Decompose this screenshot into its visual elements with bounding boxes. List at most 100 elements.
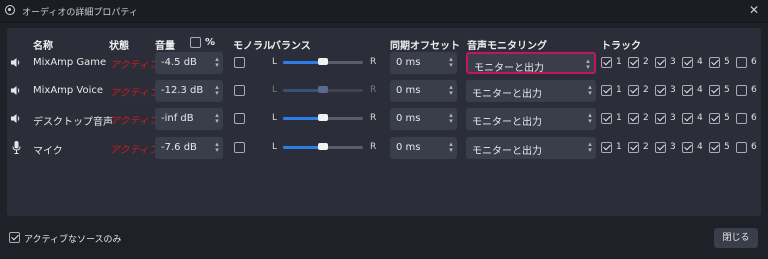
track-number: 5: [724, 142, 730, 152]
mono-checkbox[interactable]: [234, 57, 245, 68]
balance-right-label: R: [370, 57, 377, 67]
sync-offset-spinbox[interactable]: 0 ms ▴ ▾: [390, 52, 457, 74]
track-number: 1: [616, 113, 622, 123]
spin-arrows-icon[interactable]: ▴ ▾: [214, 84, 220, 97]
monitoring-dropdown[interactable]: モニターと出力 ▴ ▾: [466, 108, 596, 130]
track-number: 5: [724, 113, 730, 123]
speaker-icon[interactable]: [11, 85, 21, 96]
track-5-checkbox[interactable]: [709, 57, 720, 68]
volume-spinbox[interactable]: -inf dB ▴ ▾: [155, 108, 223, 130]
sync-offset-spinbox[interactable]: 0 ms ▴ ▾: [390, 80, 457, 102]
microphone-icon[interactable]: [12, 141, 21, 154]
mono-checkbox[interactable]: [234, 85, 245, 96]
track-3-checkbox[interactable]: [655, 113, 666, 124]
volume-value: -inf dB: [161, 113, 194, 124]
track-number: 6: [751, 113, 757, 123]
status-label: アクティブ: [110, 88, 159, 99]
spin-arrows-icon[interactable]: ▴ ▾: [214, 141, 220, 154]
volume-spinbox[interactable]: -4.5 dB ▴ ▾: [155, 52, 223, 74]
dropdown-arrows-icon[interactable]: ▴ ▾: [587, 141, 593, 154]
active-only-checkbox[interactable]: [9, 232, 20, 243]
title-bar: オーディオの詳細プロパティ ✕: [0, 0, 768, 23]
balance-slider[interactable]: [283, 58, 363, 65]
sync-offset-value: 0 ms: [396, 85, 421, 96]
monitoring-dropdown[interactable]: モニターと出力 ▴ ▾: [466, 137, 596, 159]
track-4-checkbox[interactable]: [682, 113, 693, 124]
sync-offset-spinbox[interactable]: 0 ms ▴ ▾: [390, 108, 457, 130]
balance-slider[interactable]: [283, 143, 363, 150]
balance-left-label: L: [272, 113, 278, 123]
track-6-checkbox[interactable]: [736, 85, 747, 96]
mono-checkbox[interactable]: [234, 142, 245, 153]
track-2-checkbox[interactable]: [628, 113, 639, 124]
slider-handle[interactable]: [318, 86, 328, 93]
status-label: アクティブ: [110, 116, 159, 127]
close-button[interactable]: 閉じる: [714, 228, 758, 248]
track-1-checkbox[interactable]: [601, 57, 612, 68]
track-3-checkbox[interactable]: [655, 142, 666, 153]
track-4-checkbox[interactable]: [682, 85, 693, 96]
track-number: 2: [643, 142, 649, 152]
track-3-checkbox[interactable]: [655, 57, 666, 68]
mono-checkbox[interactable]: [234, 113, 245, 124]
speaker-icon[interactable]: [11, 113, 21, 124]
spin-arrows-icon[interactable]: ▴ ▾: [214, 56, 220, 69]
monitoring-dropdown[interactable]: モニターと出力 ▴ ▾: [466, 52, 596, 74]
volume-value: -4.5 dB: [161, 57, 197, 68]
track-2-checkbox[interactable]: [628, 57, 639, 68]
track-1-checkbox[interactable]: [601, 85, 612, 96]
slider-fill: [283, 89, 323, 92]
track-number: 2: [643, 85, 649, 95]
track-number: 6: [751, 85, 757, 95]
spin-arrows-icon[interactable]: ▴ ▾: [448, 141, 454, 154]
slider-handle[interactable]: [318, 114, 328, 121]
track-5-checkbox[interactable]: [709, 85, 720, 96]
spin-arrows-icon[interactable]: ▴ ▾: [448, 112, 454, 125]
spin-arrows-icon[interactable]: ▴ ▾: [448, 84, 454, 97]
source-name: MixAmp Game: [33, 57, 107, 68]
balance-left-label: L: [272, 85, 278, 95]
slider-handle[interactable]: [318, 58, 328, 65]
track-2-checkbox[interactable]: [628, 142, 639, 153]
dropdown-arrows-icon[interactable]: ▴ ▾: [587, 84, 593, 97]
monitoring-dropdown[interactable]: モニターと出力 ▴ ▾: [466, 80, 596, 102]
track-number: 6: [751, 142, 757, 152]
track-number: 3: [670, 57, 676, 67]
dropdown-arrows-icon[interactable]: ▴ ▾: [587, 112, 593, 125]
track-3-checkbox[interactable]: [655, 85, 666, 96]
track-2-checkbox[interactable]: [628, 85, 639, 96]
speaker-icon[interactable]: [11, 57, 21, 68]
track-1-checkbox[interactable]: [601, 113, 612, 124]
track-6-checkbox[interactable]: [736, 142, 747, 153]
window-title: オーディオの詳細プロパティ: [22, 8, 138, 18]
volume-spinbox[interactable]: -12.3 dB ▴ ▾: [155, 80, 223, 102]
track-6-checkbox[interactable]: [736, 57, 747, 68]
sync-offset-spinbox[interactable]: 0 ms ▴ ▾: [390, 137, 457, 159]
dropdown-arrows-icon[interactable]: ▴ ▾: [585, 58, 591, 71]
spin-arrows-icon[interactable]: ▴ ▾: [448, 56, 454, 69]
balance-left-label: L: [272, 57, 278, 67]
percent-checkbox[interactable]: [190, 37, 201, 48]
slider-handle[interactable]: [318, 143, 328, 150]
track-number: 1: [616, 85, 622, 95]
balance-slider[interactable]: [283, 86, 363, 93]
volume-value: -7.6 dB: [161, 142, 197, 153]
balance-left-label: L: [272, 142, 278, 152]
spin-arrows-icon[interactable]: ▴ ▾: [214, 112, 220, 125]
volume-spinbox[interactable]: -7.6 dB ▴ ▾: [155, 137, 223, 159]
slider-fill: [283, 61, 323, 64]
track-number: 1: [616, 142, 622, 152]
balance-right-label: R: [370, 142, 377, 152]
track-5-checkbox[interactable]: [709, 142, 720, 153]
track-4-checkbox[interactable]: [682, 57, 693, 68]
track-1-checkbox[interactable]: [601, 142, 612, 153]
close-icon[interactable]: ✕: [749, 3, 759, 17]
track-6-checkbox[interactable]: [736, 113, 747, 124]
audio-source-row: デスクトップ音声 アクティブ -inf dB ▴ ▾ L R 0 ms ▴ ▾ モニターと出力 ▴ ▾ 1…: [7, 106, 761, 132]
track-5-checkbox[interactable]: [709, 113, 720, 124]
slider-fill: [283, 146, 323, 149]
track-number: 4: [697, 85, 703, 95]
track-4-checkbox[interactable]: [682, 142, 693, 153]
slider-fill: [283, 117, 323, 120]
balance-slider[interactable]: [283, 114, 363, 121]
